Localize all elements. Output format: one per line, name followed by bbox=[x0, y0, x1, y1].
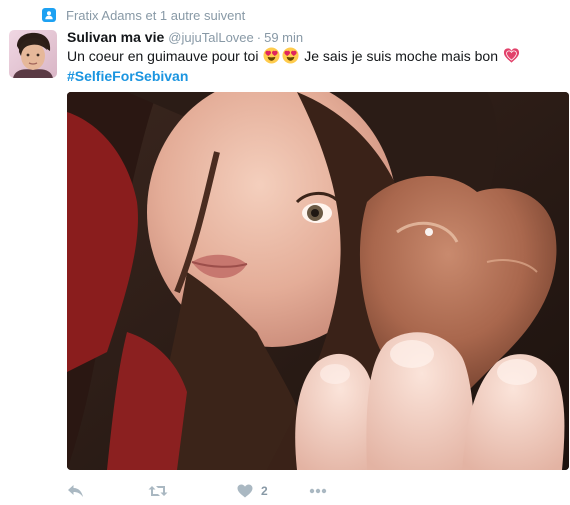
like-icon bbox=[237, 484, 253, 498]
social-context: Fratix Adams et 1 autre suivent bbox=[42, 6, 245, 24]
follow-person-icon bbox=[42, 8, 56, 22]
tweet-timestamp[interactable]: 59 min bbox=[264, 30, 303, 45]
social-context-text: Fratix Adams et 1 autre suivent bbox=[66, 7, 246, 23]
tweet-text: Un coeur en guimauve pour toi Je sais je… bbox=[67, 46, 560, 86]
retweet-icon bbox=[148, 484, 168, 498]
retweet-button[interactable] bbox=[148, 484, 168, 498]
tweet-text-part1: Un coeur en guimauve pour toi bbox=[67, 48, 259, 64]
heart-eyes-icon bbox=[263, 47, 280, 64]
hashtag-link[interactable]: #SelfieForSebivan bbox=[67, 68, 188, 84]
header-separator: · bbox=[256, 30, 262, 45]
heart-eyes-icon bbox=[282, 47, 299, 64]
avatar[interactable] bbox=[9, 30, 57, 78]
author-name[interactable]: Sulivan ma vie bbox=[67, 29, 164, 45]
author-handle[interactable]: @jujuTalLovee bbox=[168, 30, 253, 45]
tweet-photo[interactable] bbox=[67, 92, 569, 470]
heart-icon bbox=[503, 47, 520, 64]
tweet-header: Sulivan ma vie @jujuTalLovee · 59 min bbox=[67, 29, 560, 47]
tweet-text-part2: Je sais je suis moche mais bon bbox=[304, 48, 498, 64]
like-button[interactable]: 2 bbox=[229, 484, 268, 498]
reply-icon bbox=[67, 484, 84, 498]
like-count: 2 bbox=[261, 484, 268, 498]
reply-button[interactable] bbox=[67, 484, 84, 498]
more-button[interactable] bbox=[309, 488, 327, 494]
more-dots-icon bbox=[309, 488, 327, 494]
